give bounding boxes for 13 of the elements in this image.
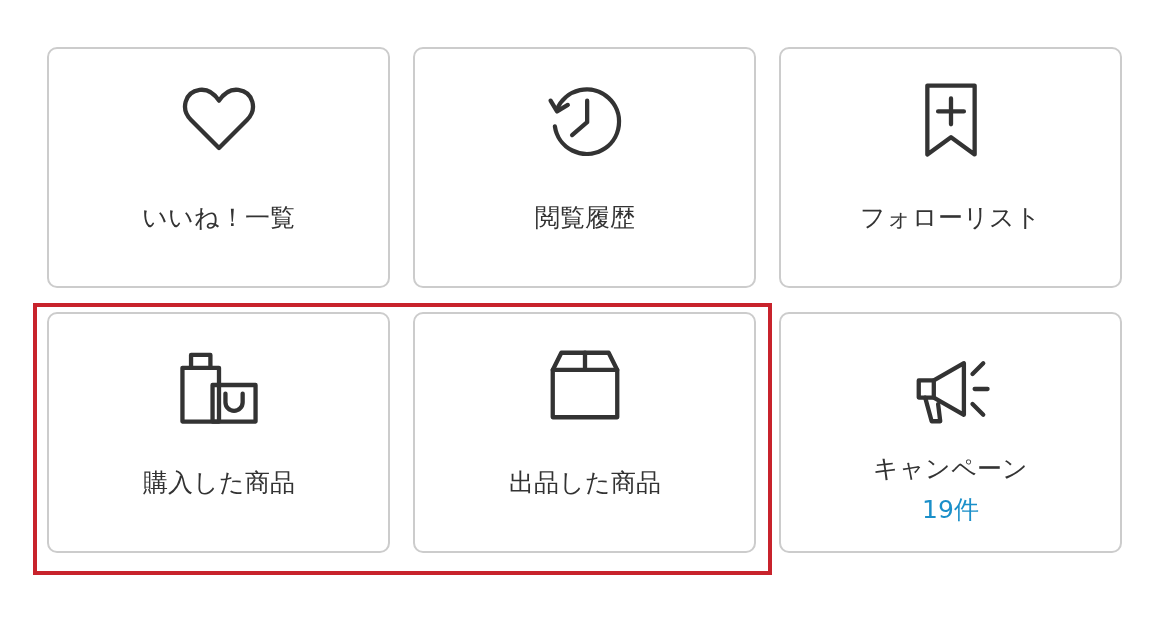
- menu-tile[interactable]: 閲覧履歴: [413, 47, 756, 288]
- menu-tile[interactable]: 出品した商品: [413, 312, 756, 553]
- count-label: 19件: [922, 494, 979, 526]
- tile-label: 購入した商品: [142, 467, 295, 499]
- tile-label: 閲覧履歴: [534, 202, 635, 234]
- tile-label: 出品した商品: [508, 467, 661, 499]
- tile-label: いいね！一覧: [142, 202, 295, 234]
- tile-label: フォローリスト: [860, 202, 1041, 234]
- menu-tile[interactable]: フォローリスト: [779, 47, 1122, 288]
- menu-tile[interactable]: キャンペーン 19件: [779, 312, 1122, 553]
- tile-label: キャンペーン: [873, 453, 1028, 485]
- menu-tile[interactable]: 購入した商品: [47, 312, 390, 553]
- menu-tile[interactable]: いいね！一覧: [47, 47, 390, 288]
